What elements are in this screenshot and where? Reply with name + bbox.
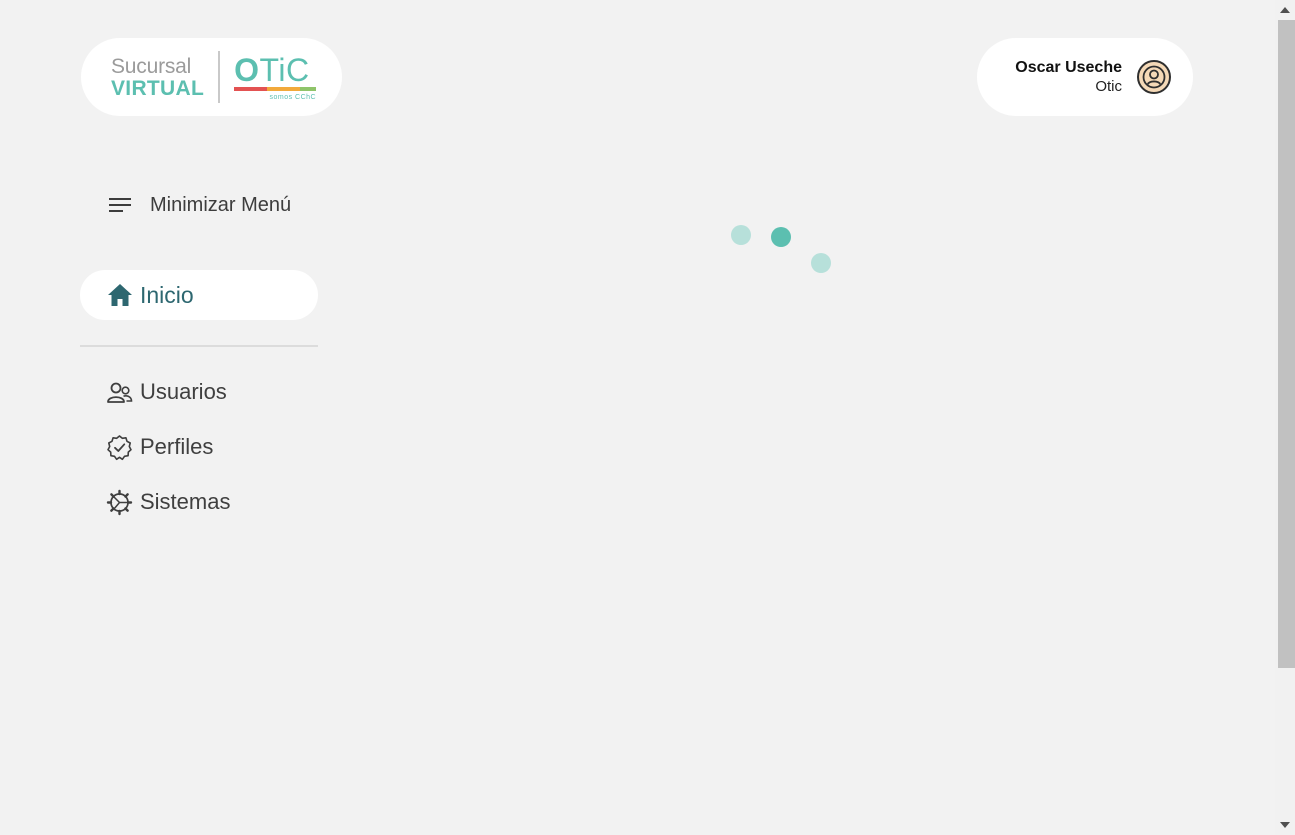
otic-bar-segment <box>299 86 317 91</box>
loader-dot <box>771 227 791 247</box>
loader-dot <box>731 225 751 245</box>
badge-check-icon <box>106 434 133 461</box>
otic-bar-segment <box>250 86 267 91</box>
otic-wordmark-o: O <box>234 51 260 88</box>
user-circle-icon[interactable] <box>1137 60 1171 94</box>
sidebar-item-inicio[interactable]: Inicio <box>80 270 318 320</box>
minimize-menu-label: Minimizar Menú <box>150 193 292 216</box>
sidebar-divider <box>80 345 318 347</box>
users-icon <box>106 379 133 406</box>
logo-banner[interactable]: Sucursal VIRTUAL OTiC somos CChC <box>81 38 342 116</box>
user-name: Oscar Useche <box>1015 58 1122 76</box>
loader-dot <box>811 253 831 273</box>
otic-bar-segment <box>266 86 284 91</box>
minimize-menu-button[interactable]: Minimizar Menú <box>107 190 291 220</box>
otic-color-bar <box>234 86 317 91</box>
otic-wordmark-rest: TiC <box>259 51 310 88</box>
home-icon <box>108 284 132 306</box>
logo-line-sucursal: Sucursal <box>111 54 192 78</box>
page-scrollbar[interactable] <box>1275 0 1295 835</box>
gear-icon <box>106 489 133 516</box>
scroll-thumb[interactable] <box>1278 20 1295 668</box>
otic-logo: OTiC somos CChC <box>234 54 317 101</box>
otic-bar-segment <box>283 86 300 91</box>
sidebar-item-label: Usuarios <box>140 379 227 404</box>
user-menu[interactable]: Oscar Useche Otic <box>977 38 1193 116</box>
user-circle-icon-glyph <box>1142 65 1166 89</box>
sidebar-item-sistemas[interactable]: Sistemas <box>106 484 230 520</box>
otic-tagline: somos CChC <box>269 93 317 101</box>
logo-divider <box>218 51 221 103</box>
scroll-down-arrow-icon[interactable] <box>1280 822 1290 828</box>
sidebar-item-usuarios[interactable]: Usuarios <box>106 374 227 410</box>
otic-bar-segment <box>234 86 251 91</box>
user-info: Oscar Useche Otic <box>1015 58 1122 97</box>
sidebar-item-label: Perfiles <box>140 434 214 459</box>
otic-wordmark: OTiC <box>234 54 316 86</box>
scroll-up-arrow-icon[interactable] <box>1280 7 1290 13</box>
sidebar-item-perfiles[interactable]: Perfiles <box>106 429 213 465</box>
sucursal-virtual-logo: Sucursal VIRTUAL <box>111 56 204 99</box>
sidebar-item-label: Sistemas <box>140 489 231 514</box>
user-role: Otic <box>1095 77 1122 95</box>
sidebar-item-label: Inicio <box>140 281 194 308</box>
logo-line-virtual: VIRTUAL <box>111 76 205 100</box>
menu-lines-icon <box>109 198 131 212</box>
